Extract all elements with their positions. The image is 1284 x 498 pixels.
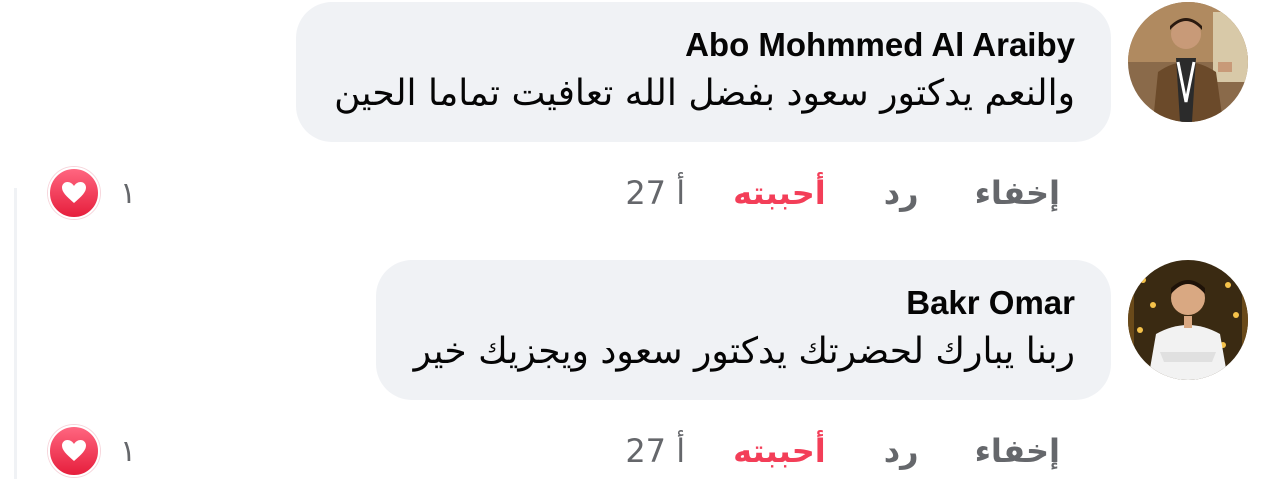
comment-bubble: Bakr Omar ربنا يبارك لحضرتك يدكتور سعود …	[375, 260, 1111, 400]
heart-icon	[48, 425, 100, 477]
reaction-summary[interactable]: ١	[48, 167, 136, 219]
like-button[interactable]: أحببته	[733, 432, 826, 470]
like-button[interactable]: أحببته	[733, 174, 826, 212]
comment-item: Bakr Omar ربنا يبارك لحضرتك يدكتور سعود …	[0, 258, 1284, 498]
reaction-count: ١	[120, 433, 137, 469]
reaction-summary[interactable]: ١	[48, 425, 136, 477]
avatar[interactable]	[1128, 2, 1248, 122]
reaction-count: ١	[120, 175, 137, 211]
reply-button[interactable]: رد	[884, 174, 919, 212]
comment-actions: 27 أ أحببته رد إخفاء	[625, 426, 1060, 476]
comment-text: ربنا يبارك لحضرتك يدكتور سعود ويجزيك خير	[413, 331, 1075, 372]
avatar[interactable]	[1128, 260, 1248, 380]
comment-author[interactable]: Abo Mohmmed Al Araiby	[334, 24, 1075, 66]
hide-button[interactable]: إخفاء	[975, 432, 1060, 470]
comment-text: والنعم يدكتور سعود بفضل الله تعافيت تمام…	[334, 73, 1075, 114]
comment-bubble: Abo Mohmmed Al Araiby والنعم يدكتور سعود…	[296, 2, 1111, 142]
reply-button[interactable]: رد	[884, 432, 919, 470]
comment-actions: 27 أ أحببته رد إخفاء	[625, 168, 1060, 218]
comment-item: Abo Mohmmed Al Araiby والنعم يدكتور سعود…	[0, 0, 1284, 240]
comment-time[interactable]: 27 أ	[625, 432, 685, 470]
comment-time[interactable]: 27 أ	[625, 174, 685, 212]
comment-author[interactable]: Bakr Omar	[414, 282, 1075, 324]
heart-icon	[48, 167, 100, 219]
hide-button[interactable]: إخفاء	[975, 174, 1060, 212]
